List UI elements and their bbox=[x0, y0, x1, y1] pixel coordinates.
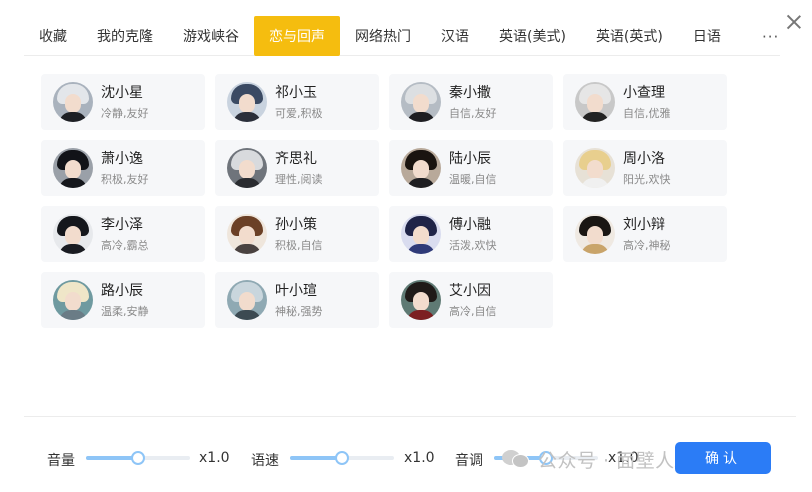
volume-slider[interactable] bbox=[86, 451, 190, 465]
voice-card[interactable]: 刘小辩高冷,神秘 bbox=[563, 206, 727, 262]
tab-6[interactable]: 英语(美式) bbox=[484, 16, 581, 56]
volume-slider-thumb[interactable] bbox=[131, 451, 145, 465]
voice-card[interactable]: 孙小策积极,自信 bbox=[215, 206, 379, 262]
volume-label: 音量 bbox=[47, 453, 75, 469]
avatar bbox=[575, 214, 615, 254]
voice-card[interactable]: 艾小因高冷,自信 bbox=[389, 272, 553, 328]
voice-tags: 冷静,友好 bbox=[101, 106, 149, 120]
tab-7[interactable]: 英语(英式) bbox=[581, 16, 678, 56]
voice-name: 孙小策 bbox=[275, 216, 317, 233]
voice-tags: 活泼,欢快 bbox=[449, 238, 497, 252]
voice-tags: 高冷,霸总 bbox=[101, 238, 149, 252]
speed-slider[interactable] bbox=[290, 451, 394, 465]
voice-name: 秦小撒 bbox=[449, 84, 491, 101]
avatar bbox=[575, 82, 615, 122]
avatar bbox=[53, 148, 93, 188]
avatar bbox=[575, 148, 615, 188]
voice-tags: 高冷,神秘 bbox=[623, 238, 671, 252]
avatar bbox=[401, 214, 441, 254]
tab-2[interactable]: 游戏峡谷 bbox=[168, 16, 254, 56]
voice-card[interactable]: 李小泽高冷,霸总 bbox=[41, 206, 205, 262]
voice-name: 路小辰 bbox=[101, 282, 143, 299]
voice-card[interactable]: 秦小撒自信,友好 bbox=[389, 74, 553, 130]
voice-card[interactable]: 陆小辰温暖,自信 bbox=[389, 140, 553, 196]
tab-5[interactable]: 汉语 bbox=[426, 16, 484, 56]
tab-3[interactable]: 恋与回声 bbox=[254, 16, 340, 56]
voice-name: 齐思礼 bbox=[275, 150, 317, 167]
voice-tags: 自信,友好 bbox=[449, 106, 497, 120]
voice-tags: 温柔,安静 bbox=[101, 304, 149, 318]
tab-8[interactable]: 日语 bbox=[678, 16, 736, 56]
voice-tags: 阳光,欢快 bbox=[623, 172, 671, 186]
avatar bbox=[227, 280, 267, 320]
wechat-icon bbox=[502, 448, 530, 468]
voice-card[interactable]: 沈小星冷静,友好 bbox=[41, 74, 205, 130]
voice-tags: 积极,自信 bbox=[275, 238, 323, 252]
avatar bbox=[53, 214, 93, 254]
voice-name: 叶小瑄 bbox=[275, 282, 317, 299]
pitch-label: 音调 bbox=[455, 453, 483, 469]
avatar bbox=[53, 280, 93, 320]
voice-card[interactable]: 祁小玉可爱,积极 bbox=[215, 74, 379, 130]
volume-value: x1.0 bbox=[199, 450, 230, 466]
voice-card[interactable]: 齐思礼理性,阅读 bbox=[215, 140, 379, 196]
more-tabs-icon[interactable]: ··· bbox=[762, 28, 779, 46]
avatar bbox=[227, 82, 267, 122]
voice-name: 祁小玉 bbox=[275, 84, 317, 101]
speed-value: x1.0 bbox=[404, 450, 435, 466]
voice-card[interactable]: 傅小融活泼,欢快 bbox=[389, 206, 553, 262]
divider bbox=[24, 416, 796, 417]
voice-tags: 高冷,自信 bbox=[449, 304, 497, 318]
tab-4[interactable]: 网络热门 bbox=[340, 16, 426, 56]
voice-tags: 可爱,积极 bbox=[275, 106, 323, 120]
voice-name: 李小泽 bbox=[101, 216, 143, 233]
tab-0[interactable]: 收藏 bbox=[24, 16, 82, 56]
voice-card[interactable]: 路小辰温柔,安静 bbox=[41, 272, 205, 328]
voice-name: 艾小因 bbox=[449, 282, 491, 299]
voice-name: 萧小逸 bbox=[101, 150, 143, 167]
voice-name: 傅小融 bbox=[449, 216, 491, 233]
voice-category-tabs: 收藏 我的克隆 游戏峡谷 恋与回声 网络热门 汉语 英语(美式) 英语(英式) 日语 bbox=[24, 16, 780, 56]
avatar bbox=[401, 148, 441, 188]
avatar bbox=[401, 82, 441, 122]
voice-name: 沈小星 bbox=[101, 84, 143, 101]
tab-1[interactable]: 我的克隆 bbox=[82, 16, 168, 56]
close-icon[interactable] bbox=[784, 12, 804, 32]
voice-tags: 理性,阅读 bbox=[275, 172, 323, 186]
voice-tags: 神秘,强势 bbox=[275, 304, 323, 318]
voice-name: 陆小辰 bbox=[449, 150, 491, 167]
voice-tags: 积极,友好 bbox=[101, 172, 149, 186]
voice-grid: 沈小星 冷静,友好 祁小玉 可爱,积极 秦小撒 自信,友好 小查理 自信,优雅 萧小逸 积极,友好… bbox=[41, 74, 727, 328]
speed-slider-thumb[interactable] bbox=[335, 451, 349, 465]
voice-card[interactable]: 叶小瑄神秘,强势 bbox=[215, 272, 379, 328]
voice-card[interactable]: 萧小逸积极,友好 bbox=[41, 140, 205, 196]
voice-name: 小查理 bbox=[623, 84, 665, 101]
avatar bbox=[53, 82, 93, 122]
avatar bbox=[401, 280, 441, 320]
voice-name: 刘小辩 bbox=[623, 216, 665, 233]
voice-tags: 温暖,自信 bbox=[449, 172, 497, 186]
voice-name: 周小洛 bbox=[623, 150, 665, 167]
confirm-button[interactable]: 确认 bbox=[675, 442, 771, 474]
avatar bbox=[227, 148, 267, 188]
voice-tags: 自信,优雅 bbox=[623, 106, 671, 120]
voice-card[interactable]: 周小洛阳光,欢快 bbox=[563, 140, 727, 196]
speed-label: 语速 bbox=[251, 453, 279, 469]
avatar bbox=[227, 214, 267, 254]
voice-card[interactable]: 小查理自信,优雅 bbox=[563, 74, 727, 130]
